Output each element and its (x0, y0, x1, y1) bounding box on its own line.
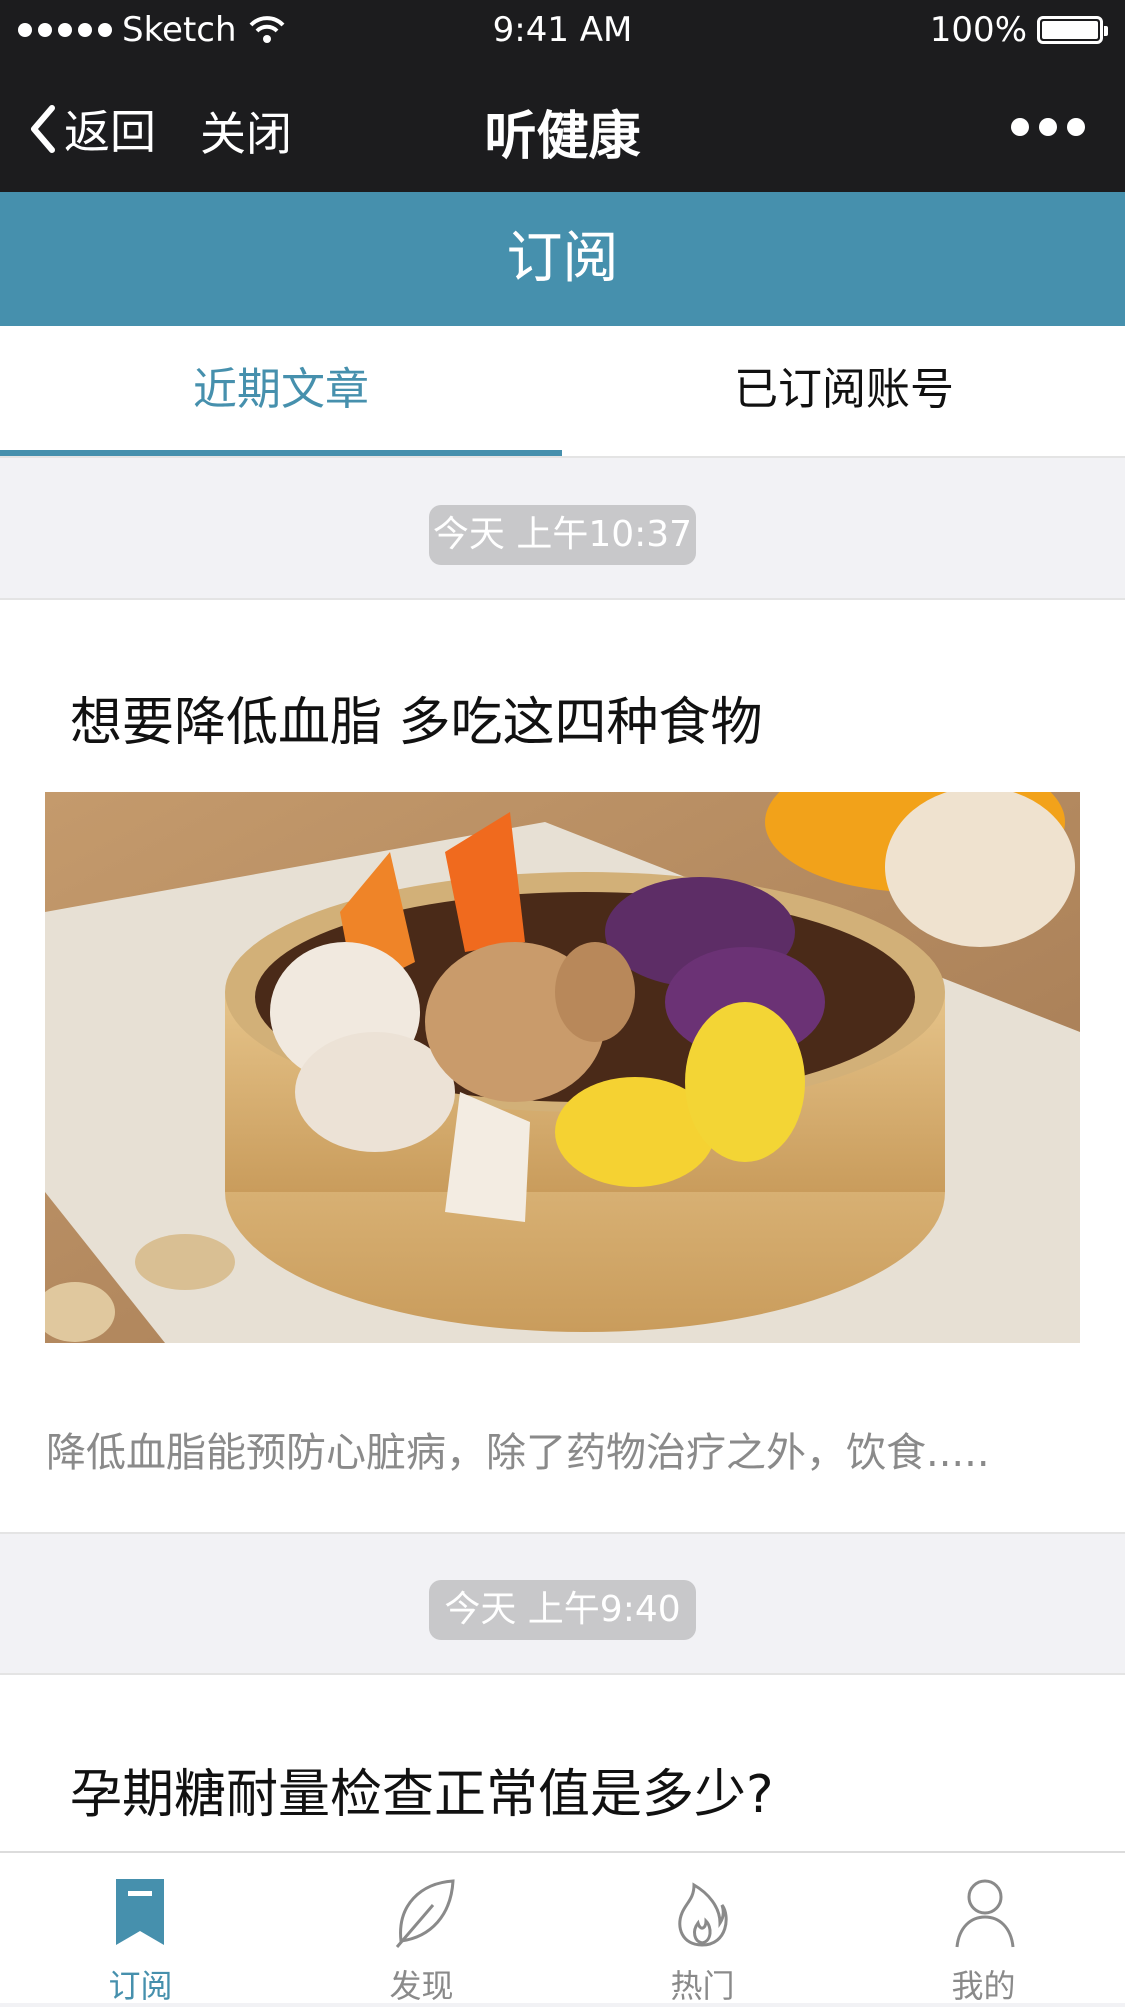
tabbar-item-discover[interactable]: 发现 (281, 1853, 562, 2005)
active-tab-indicator (0, 450, 562, 456)
flame-icon (678, 1882, 728, 1947)
tabbar-label: 我的 (951, 1967, 1016, 2005)
page-title: 听健康 (484, 107, 641, 167)
more-icon[interactable] (1011, 118, 1085, 136)
tabbar-label: 发现 (389, 1967, 454, 2005)
tabbar-item-hot[interactable]: 热门 (562, 1853, 843, 2005)
article-title[interactable]: 孕期糖耐量检查正常值是多少? (70, 1752, 774, 1827)
tab-recent-articles[interactable]: 近期文章 (0, 326, 562, 456)
bookmark-icon (116, 1879, 164, 1945)
bottom-tab-bar: 订阅 发现 热门 我的 (0, 1851, 1125, 2005)
tab-strip: 近期文章 已订阅账号 (0, 326, 1125, 458)
article-title[interactable]: 想要降低血脂 多吃这四种食物 (70, 680, 763, 755)
article-image[interactable] (45, 792, 1080, 1343)
status-bar: Sketch 9:41 AM 100% (0, 0, 1125, 66)
tabbar-item-subscribe[interactable]: 订阅 (0, 1853, 281, 2005)
section-header: 订阅 (0, 192, 1125, 326)
tabbar-item-mine[interactable]: 我的 (843, 1853, 1124, 2005)
article-time-badge: 今天 上午10:37 (429, 505, 696, 565)
nav-bar: 返回 关闭 听健康 (0, 66, 1125, 192)
food-steamer-image (45, 792, 1080, 1343)
person-icon (955, 1879, 1015, 1948)
battery: 100% (929, 10, 1108, 50)
tabbar-label: 热门 (670, 1967, 735, 2005)
battery-icon (1037, 16, 1108, 44)
battery-percent: 100% (929, 10, 1027, 50)
leaf-icon (395, 1879, 455, 1948)
article-time-badge: 今天 上午9:40 (429, 1580, 696, 1640)
article-summary: 降低血脂能预防心脏病，除了药物治疗之外，饮食..... (46, 1430, 990, 1476)
tab-subscribed-accounts[interactable]: 已订阅账号 (563, 326, 1125, 456)
tabbar-label: 订阅 (108, 1967, 173, 2005)
